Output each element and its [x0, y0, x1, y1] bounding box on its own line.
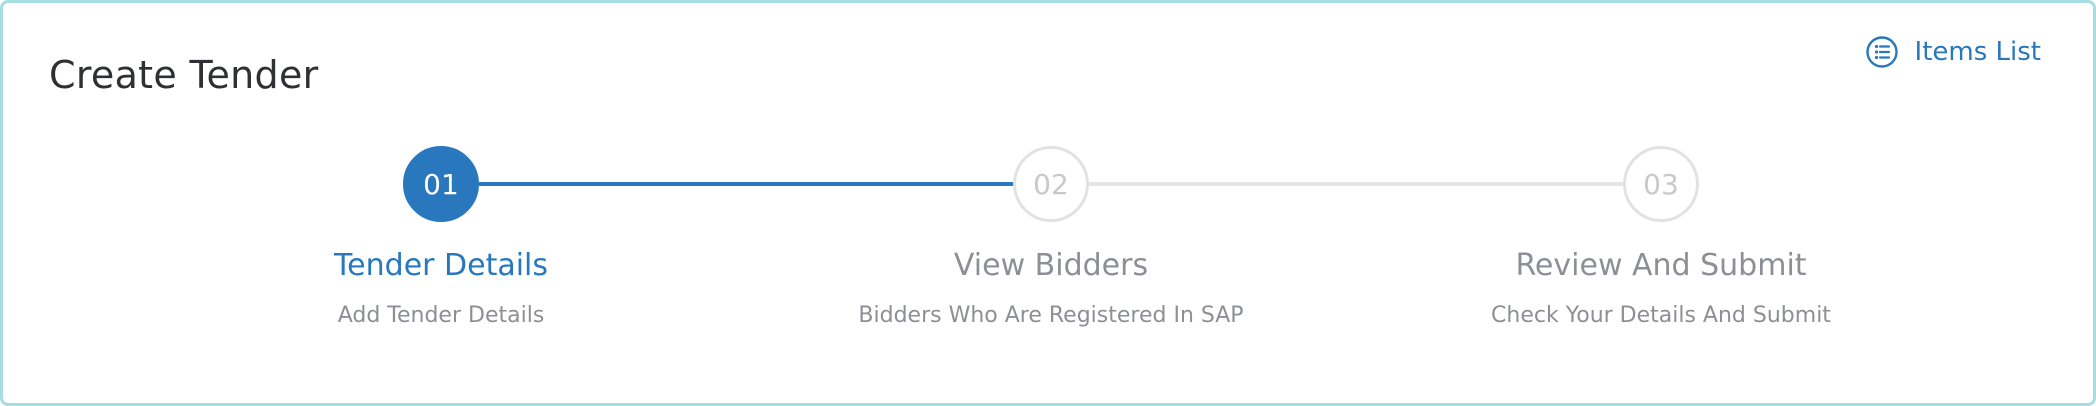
create-tender-card: Create Tender Items List 01 Tender Detai… — [0, 0, 2096, 406]
step-2-number: 02 — [1033, 167, 1069, 201]
step-3-title[interactable]: Review And Submit — [1401, 248, 1921, 283]
step-3-number: 03 — [1643, 167, 1679, 201]
list-circle-icon — [1865, 35, 1899, 69]
step-2-subtitle: Bidders Who Are Registered In SAP — [858, 303, 1244, 328]
step-2-circle[interactable]: 02 — [1013, 146, 1089, 222]
step-2-title[interactable]: View Bidders — [791, 248, 1311, 283]
step-1-circle[interactable]: 01 — [403, 146, 479, 222]
step-connector-1-2 — [479, 182, 1013, 186]
step-3-circle[interactable]: 03 — [1623, 146, 1699, 222]
step-1-title[interactable]: Tender Details — [181, 248, 701, 283]
items-list-button[interactable]: Items List — [1865, 35, 2041, 69]
page-title: Create Tender — [49, 53, 319, 97]
step-1-number: 01 — [423, 167, 459, 201]
items-list-label: Items List — [1914, 37, 2041, 67]
step-3-subtitle: Check Your Details And Submit — [1491, 303, 1831, 328]
step-1-subtitle: Add Tender Details — [337, 303, 545, 328]
step-connector-2-3 — [1089, 182, 1623, 186]
